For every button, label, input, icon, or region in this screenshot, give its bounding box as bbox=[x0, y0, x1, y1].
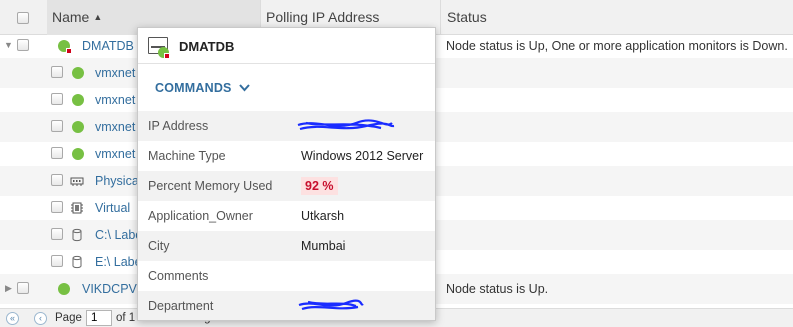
property-row: Application_Owner Utkarsh bbox=[138, 201, 435, 231]
row-checkbox[interactable] bbox=[51, 120, 63, 132]
memory-icon bbox=[70, 177, 84, 186]
property-key: Department bbox=[148, 299, 214, 313]
select-all-checkbox[interactable] bbox=[17, 12, 29, 24]
property-value: Windows 2012 Server bbox=[301, 149, 424, 163]
node-up-warning-icon bbox=[58, 40, 72, 54]
page-label: Page bbox=[55, 312, 82, 324]
node-name-link[interactable]: VIKDCPVC bbox=[82, 274, 138, 304]
volume-name-link[interactable]: Physical bbox=[95, 166, 138, 196]
property-key: Comments bbox=[148, 269, 209, 283]
row-checkbox[interactable] bbox=[17, 282, 29, 294]
interface-up-icon bbox=[72, 148, 84, 160]
row-checkbox[interactable] bbox=[51, 201, 63, 213]
sort-ascending-icon: ▲ bbox=[93, 12, 103, 22]
property-row: Comments bbox=[138, 261, 435, 291]
row-checkbox[interactable] bbox=[17, 39, 29, 51]
commands-menu[interactable]: COMMANDS bbox=[155, 81, 232, 95]
node-up-warning-icon bbox=[148, 37, 170, 59]
property-key: Percent Memory Used bbox=[148, 179, 273, 193]
volume-name-link[interactable]: E:\ Labe bbox=[95, 247, 138, 277]
redaction-scribble bbox=[297, 119, 395, 131]
node-name-link[interactable]: DMATDB bbox=[82, 31, 138, 61]
property-key: IP Address bbox=[148, 119, 209, 133]
expand-icon[interactable]: ▶ bbox=[5, 283, 12, 294]
property-key: City bbox=[148, 239, 170, 253]
property-value: 92 % bbox=[301, 171, 338, 201]
column-name-label: Name bbox=[52, 9, 90, 25]
collapse-icon[interactable]: ▼ bbox=[4, 40, 13, 50]
interface-name-link[interactable]: vmxnet bbox=[95, 58, 138, 88]
property-value: Utkarsh bbox=[301, 209, 345, 223]
page-count-label: of 1 bbox=[116, 312, 136, 324]
property-row: Machine Type Windows 2012 Server bbox=[138, 141, 435, 171]
node-status-text: Node status is Up, One or more applicati… bbox=[446, 39, 788, 53]
popup-divider bbox=[138, 63, 435, 64]
property-key: Machine Type bbox=[148, 149, 226, 163]
cpu-chip-icon bbox=[71, 202, 83, 214]
volume-name-link[interactable]: C:\ Labe bbox=[95, 220, 138, 250]
row-checkbox[interactable] bbox=[51, 66, 63, 78]
property-row: IP Address bbox=[138, 111, 435, 141]
row-checkbox[interactable] bbox=[51, 228, 63, 240]
interface-name-link[interactable]: vmxnet bbox=[95, 139, 138, 169]
first-page-icon[interactable]: « bbox=[6, 312, 19, 325]
property-key: Application_Owner bbox=[148, 209, 253, 223]
property-row: City Mumbai bbox=[138, 231, 435, 261]
interface-up-icon bbox=[72, 67, 84, 79]
row-checkbox[interactable] bbox=[51, 255, 63, 267]
column-status-label: Status bbox=[447, 9, 487, 25]
memory-alert-badge: 92 % bbox=[301, 177, 338, 195]
volume-name-link[interactable]: Virtual bbox=[95, 193, 138, 223]
node-status-text: Node status is Up. bbox=[446, 282, 549, 296]
disk-icon bbox=[72, 255, 82, 269]
chevron-down-icon[interactable] bbox=[238, 83, 251, 93]
interface-name-link[interactable]: vmxnet bbox=[95, 85, 138, 115]
property-row: Percent Memory Used 92 % bbox=[138, 171, 435, 201]
interface-up-icon bbox=[72, 121, 84, 133]
row-checkbox[interactable] bbox=[51, 174, 63, 186]
node-up-icon bbox=[58, 283, 70, 295]
column-polling-label: Polling IP Address bbox=[266, 9, 380, 25]
prev-page-icon[interactable]: ‹ bbox=[34, 312, 47, 325]
property-value: Mumbai bbox=[301, 239, 346, 253]
interface-name-link[interactable]: vmxnet bbox=[95, 112, 138, 142]
row-checkbox[interactable] bbox=[51, 147, 63, 159]
redaction-scribble bbox=[298, 299, 364, 311]
node-details-popup: DMATDB COMMANDS IP Address Machine Type … bbox=[137, 27, 436, 321]
property-row: Department bbox=[138, 291, 435, 320]
column-header-status[interactable]: Status bbox=[440, 0, 793, 35]
row-checkbox[interactable] bbox=[51, 93, 63, 105]
page-number-input[interactable] bbox=[86, 310, 112, 326]
popup-title: DMATDB bbox=[179, 39, 235, 54]
disk-icon bbox=[72, 228, 82, 242]
interface-up-icon bbox=[72, 94, 84, 106]
